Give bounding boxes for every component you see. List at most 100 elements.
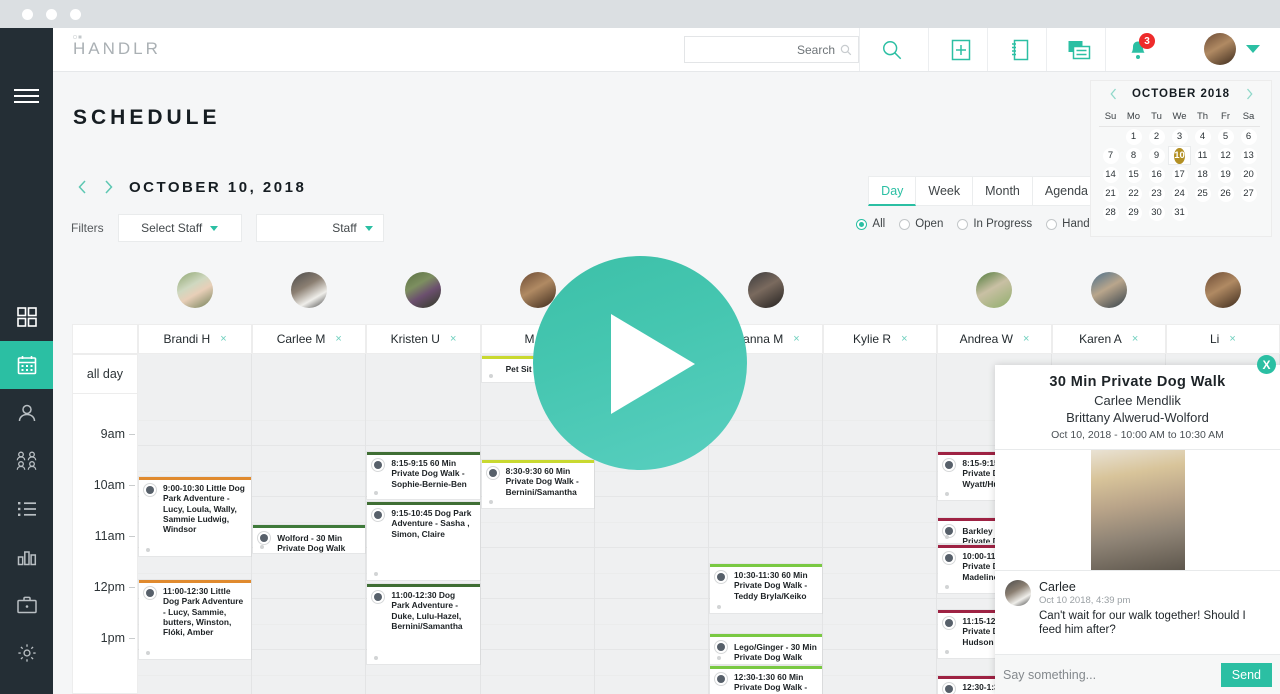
- sidebar-item-settings[interactable]: [0, 629, 53, 677]
- mini-calendar-day-17[interactable]: 17: [1168, 165, 1191, 184]
- mini-calendar-day-11[interactable]: 11: [1191, 146, 1214, 165]
- mini-calendar-day-7[interactable]: 7: [1099, 146, 1122, 165]
- mini-calendar-day-28[interactable]: 28: [1099, 203, 1122, 222]
- mini-calendar-day-25[interactable]: 25: [1191, 184, 1214, 203]
- staff-column-header[interactable]: Kristen U ×: [366, 324, 481, 354]
- event-status-icon[interactable]: [143, 586, 157, 600]
- sidebar-item-list[interactable]: [0, 485, 53, 533]
- add-button[interactable]: [928, 28, 992, 71]
- send-button[interactable]: Send: [1220, 662, 1272, 687]
- mini-calendar-day-5[interactable]: 5: [1214, 127, 1237, 146]
- sidebar-item-services[interactable]: [0, 581, 53, 629]
- remove-staff-icon[interactable]: ×: [793, 333, 799, 345]
- staff-avatar-li[interactable]: [1166, 272, 1280, 308]
- tab-day[interactable]: Day: [868, 176, 917, 206]
- sidebar-item-clients[interactable]: [0, 389, 53, 437]
- mini-calendar-day-29[interactable]: 29: [1122, 203, 1145, 222]
- mini-calendar-day-14[interactable]: 14: [1099, 165, 1122, 184]
- remove-staff-icon[interactable]: ×: [1023, 333, 1029, 345]
- search-input[interactable]: Search: [684, 36, 859, 63]
- mini-calendar-day-16[interactable]: 16: [1145, 165, 1168, 184]
- calendar-event[interactable]: 8:30-9:30 60 Min Private Dog Walk - Bern…: [481, 460, 594, 508]
- staff-column-header[interactable]: Li ×: [1165, 324, 1280, 354]
- play-button[interactable]: [533, 256, 747, 470]
- mini-calendar-day-30[interactable]: 30: [1145, 203, 1168, 222]
- mini-calendar-day-8[interactable]: 8: [1122, 146, 1145, 165]
- mini-calendar-day-24[interactable]: 24: [1168, 184, 1191, 203]
- staff-avatar-brandi-h[interactable]: [138, 272, 252, 308]
- mini-calendar-day-27[interactable]: 27: [1237, 184, 1260, 203]
- chevron-down-icon[interactable]: [1246, 45, 1260, 53]
- all-day-cell[interactable]: [823, 354, 938, 394]
- prev-day-button[interactable]: [71, 176, 93, 198]
- notebook-button[interactable]: [987, 28, 1051, 71]
- mini-calendar-day-31[interactable]: 31: [1168, 203, 1191, 222]
- mini-calendar-day-12[interactable]: 12: [1214, 146, 1237, 165]
- sidebar-item-calendar[interactable]: [0, 341, 53, 389]
- event-status-icon[interactable]: [143, 483, 157, 497]
- calendar-event[interactable]: 11:00-12:30 Little Dog Park Adventure - …: [139, 580, 252, 659]
- mini-calendar-day-26[interactable]: 26: [1214, 184, 1237, 203]
- all-day-cell[interactable]: [252, 354, 367, 394]
- message-input[interactable]: Say something...: [1003, 668, 1221, 682]
- calendar-event[interactable]: 10:30-11:30 60 Min Private Dog Walk - Te…: [710, 564, 823, 613]
- window-maximize-dot[interactable]: [70, 9, 81, 20]
- mini-calendar-day-3[interactable]: 3: [1168, 127, 1191, 146]
- calendar-event[interactable]: 11:00-12:30 Dog Park Adventure - Duke, L…: [367, 584, 480, 664]
- mini-calendar-day-21[interactable]: 21: [1099, 184, 1122, 203]
- tab-week[interactable]: Week: [916, 176, 974, 206]
- mini-calendar-day-15[interactable]: 15: [1122, 165, 1145, 184]
- staff-avatar-kylie-r[interactable]: [823, 272, 937, 308]
- mini-calendar-day-6[interactable]: 6: [1237, 127, 1260, 146]
- remove-staff-icon[interactable]: ×: [335, 333, 341, 345]
- hamburger-menu-icon[interactable]: [0, 83, 53, 109]
- mini-calendar-day-18[interactable]: 18: [1191, 165, 1214, 184]
- staff-avatar-kristen-u[interactable]: [366, 272, 480, 308]
- status-filter-open[interactable]: Open: [899, 218, 943, 230]
- mini-calendar-day-13[interactable]: 13: [1237, 146, 1260, 165]
- event-status-icon[interactable]: [714, 640, 728, 654]
- mini-calendar-day-22[interactable]: 22: [1122, 184, 1145, 203]
- sidebar-item-reports[interactable]: [0, 533, 53, 581]
- staff-column-header[interactable]: Carlee M ×: [252, 324, 367, 354]
- mini-calendar-day-9[interactable]: 9: [1145, 146, 1168, 165]
- tab-month[interactable]: Month: [973, 176, 1033, 206]
- event-status-icon[interactable]: [485, 466, 500, 480]
- calendar-event[interactable]: 9:00-10:30 Little Dog Park Adventure - L…: [139, 477, 252, 556]
- mini-calendar-day-20[interactable]: 20: [1237, 165, 1260, 184]
- sidebar-item-staff[interactable]: [0, 437, 53, 485]
- calendar-event[interactable]: 12:30-1:30 60 Min Private Dog Walk - Bon…: [710, 666, 823, 694]
- messages-button[interactable]: [1046, 28, 1110, 71]
- remove-staff-icon[interactable]: ×: [220, 333, 226, 345]
- sidebar-item-dashboard[interactable]: [0, 293, 53, 341]
- staff-column-header[interactable]: Kylie R ×: [823, 324, 938, 354]
- event-status-icon[interactable]: [942, 682, 957, 694]
- window-minimize-dot[interactable]: [46, 9, 57, 20]
- search-button[interactable]: [859, 28, 923, 71]
- remove-staff-icon[interactable]: ×: [450, 333, 456, 345]
- calendar-event[interactable]: Lego/Ginger - 30 Min Private Dog Walk: [710, 634, 823, 664]
- calendar-event[interactable]: 9:15-10:45 Dog Park Adventure - Sasha , …: [367, 502, 480, 580]
- mini-calendar-day-23[interactable]: 23: [1145, 184, 1168, 203]
- mini-calendar-day-2[interactable]: 2: [1145, 127, 1168, 146]
- mini-calendar-day-10[interactable]: 10: [1168, 146, 1191, 165]
- staff-avatar-andrea-w[interactable]: [937, 272, 1051, 308]
- notifications-button[interactable]: 3: [1105, 28, 1169, 71]
- calendar-event[interactable]: Wolford - 30 Min Private Dog Walk: [253, 525, 366, 553]
- mini-calendar-day-4[interactable]: 4: [1191, 127, 1214, 146]
- remove-staff-icon[interactable]: ×: [901, 333, 907, 345]
- staff-avatar-karen-a[interactable]: [1052, 272, 1166, 308]
- select-staff-dropdown[interactable]: Select Staff: [117, 214, 242, 242]
- calendar-event[interactable]: 8:15-9:15 60 Min Private Dog Walk - Soph…: [367, 452, 480, 499]
- staff-avatar-carlee-m[interactable]: [252, 272, 366, 308]
- status-filter-all[interactable]: All: [856, 218, 885, 230]
- all-day-cell[interactable]: [366, 354, 481, 394]
- mini-calendar-next-button[interactable]: [1241, 86, 1257, 102]
- staff-column-header[interactable]: Andrea W ×: [937, 324, 1052, 354]
- close-icon[interactable]: X: [1257, 355, 1276, 374]
- mini-calendar-day-19[interactable]: 19: [1214, 165, 1237, 184]
- event-status-icon[interactable]: [714, 672, 728, 686]
- user-menu[interactable]: [1204, 33, 1260, 65]
- window-close-dot[interactable]: [22, 9, 33, 20]
- staff-column-header[interactable]: Karen A ×: [1051, 324, 1166, 354]
